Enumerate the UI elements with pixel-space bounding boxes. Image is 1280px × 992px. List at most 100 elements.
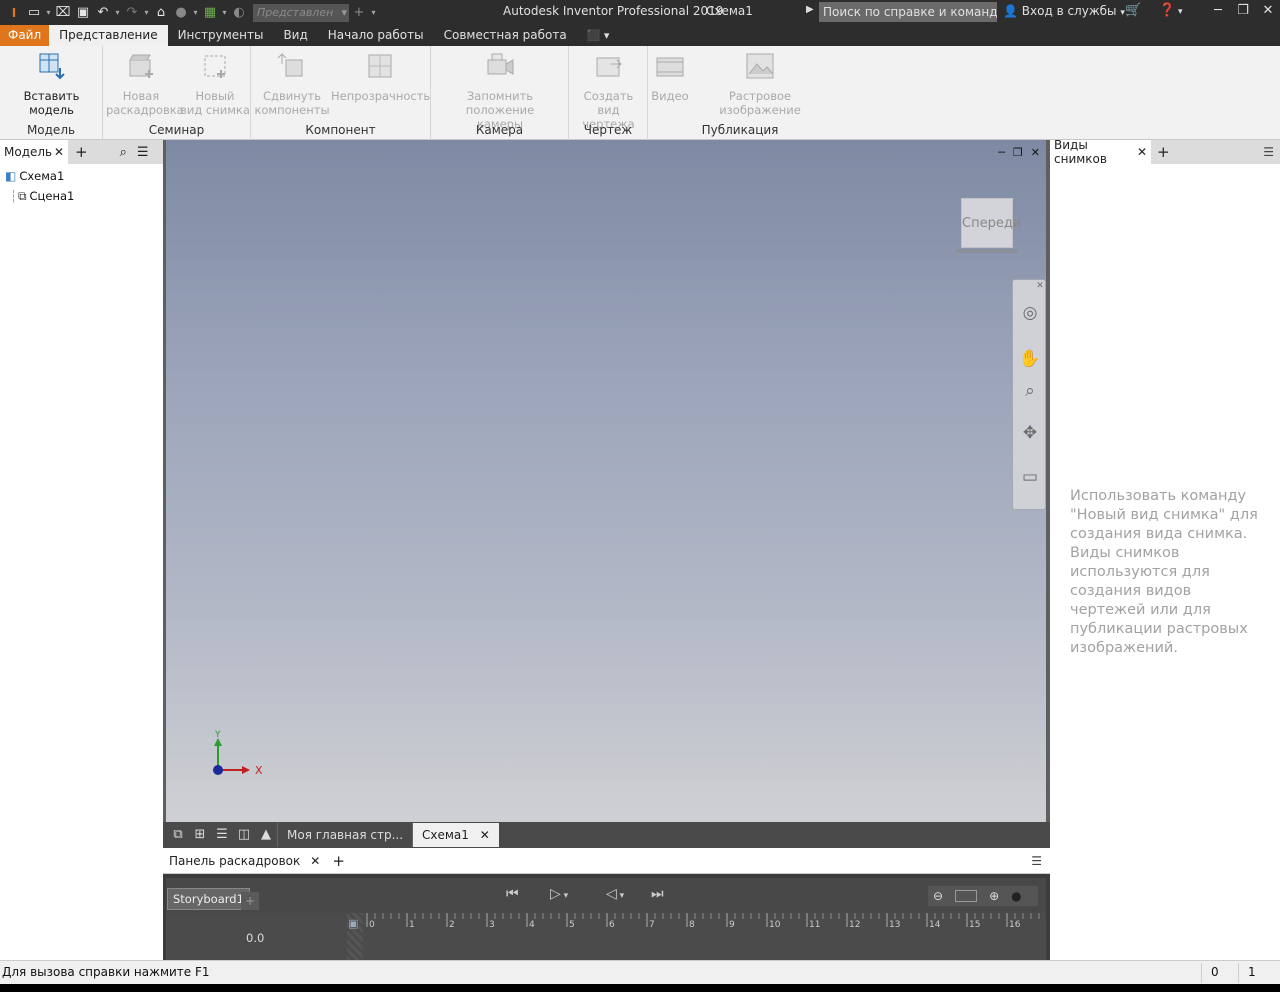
create-drawing-view-button[interactable]: Создать вид чертежа: [571, 50, 646, 131]
pan-icon[interactable]: ✋: [1019, 348, 1041, 370]
close-icon[interactable]: ✕: [1137, 145, 1147, 159]
add-icon[interactable]: +: [349, 3, 369, 23]
close-icon[interactable]: ✕: [310, 854, 320, 868]
close-icon[interactable]: ✕: [1258, 3, 1278, 18]
quick-access-toolbar: I ▭▾ ⌧ ▣ ↶▾ ↷▾ ⌂ ●▾ ▦▾ ◐ Представлен + ▾: [4, 0, 378, 25]
search-expand-icon[interactable]: ▶: [806, 4, 814, 15]
ruler-label: 16: [1009, 920, 1021, 930]
undo-icon[interactable]: ↶: [93, 3, 113, 23]
tile-horizontal-icon[interactable]: ☰: [211, 825, 233, 845]
tree-item-scheme[interactable]: ◧ Схема1: [0, 166, 163, 186]
cart-icon[interactable]: 🛒: [1125, 3, 1141, 18]
go-to-end-icon[interactable]: ⏭: [651, 886, 664, 902]
add-storyboard-icon[interactable]: +: [241, 892, 259, 910]
zoom-in-icon[interactable]: ⊕: [989, 889, 999, 903]
inventor-logo-icon[interactable]: I: [4, 3, 24, 23]
tab-model[interactable]: Модель ✕: [0, 140, 68, 164]
ruler-label: 12: [849, 920, 860, 930]
opacity-button[interactable]: Непрозрачность: [331, 50, 430, 103]
help-icon[interactable]: ❓ ▾: [1159, 3, 1183, 18]
tweak-components-button[interactable]: Сдвинуть компоненты: [254, 50, 330, 117]
save-icon[interactable]: ▣: [73, 3, 93, 23]
menu-icon[interactable]: ☰: [1263, 145, 1274, 159]
close-icon[interactable]: ✕: [1035, 280, 1045, 302]
orbit-icon[interactable]: ✥: [1019, 422, 1041, 444]
signin-menu[interactable]: 👤 Вход в службы ▾: [1003, 4, 1125, 18]
ruler-label: 6: [609, 920, 615, 930]
menu-icon[interactable]: ☰: [137, 145, 149, 160]
look-at-icon[interactable]: ▭: [1019, 466, 1041, 488]
tab-file[interactable]: Файл: [0, 25, 50, 46]
tab-storyboard-panel[interactable]: Панель раскадровок ✕: [165, 848, 325, 873]
undo-dropdown-icon[interactable]: ▾: [113, 8, 122, 17]
clear-appearance-icon[interactable]: ◐: [229, 3, 249, 23]
storyboard-tab[interactable]: Storyboard1: [167, 888, 250, 910]
close-icon[interactable]: ✕: [54, 145, 64, 159]
menu-icon[interactable]: ☰: [1031, 854, 1042, 868]
ribbon: Вставить модель Модель Новая раскадровка…: [0, 46, 1280, 140]
help-search-input[interactable]: Поиск по справке и командам...: [819, 2, 997, 22]
video-button[interactable]: Видео: [651, 50, 689, 103]
redo-dropdown-icon[interactable]: ▾: [142, 8, 151, 17]
home-icon[interactable]: ⌂: [151, 3, 171, 23]
tile-vertical-icon[interactable]: ◫: [233, 825, 255, 845]
ribbon-display-options-icon[interactable]: ⬛ ▾: [577, 25, 610, 46]
add-tab-icon[interactable]: +: [75, 143, 88, 161]
zoom-out-icon[interactable]: ⊖: [933, 889, 943, 903]
tab-tools[interactable]: Инструменты: [168, 25, 274, 46]
ruler-label: 10: [769, 920, 781, 930]
tab-collaborate[interactable]: Совместная работа: [434, 25, 577, 46]
restore-icon[interactable]: ❐: [1233, 3, 1253, 18]
new-dropdown-icon[interactable]: ▾: [44, 8, 53, 17]
zoom-icon[interactable]: ⌕: [1019, 380, 1041, 402]
go-to-start-icon[interactable]: ⏮: [506, 886, 519, 902]
drawing-view-icon: [596, 57, 622, 77]
graphics-viewport[interactable]: ─ ❐ ✕ Спереди ✕ ◎ ✋ ⌕ ✥ ▭ X Y: [166, 140, 1046, 822]
tab-my-home[interactable]: Моя главная стр...: [277, 823, 412, 847]
ruler-label: 3: [489, 920, 495, 930]
axis-x-label: X: [255, 764, 263, 777]
zoom-slider[interactable]: [955, 890, 978, 902]
tab-get-started[interactable]: Начало работы: [318, 25, 434, 46]
tab-presentation[interactable]: Представление: [49, 25, 168, 46]
tab-snapshot-views[interactable]: Виды снимков ✕: [1050, 138, 1151, 166]
graphics-window-frame: ─ ❐ ✕ Спереди ✕ ◎ ✋ ⌕ ✥ ▭ X Y: [163, 140, 1050, 822]
viewcube[interactable]: Спереди: [961, 198, 1021, 248]
ruler-label: 13: [889, 920, 900, 930]
new-file-icon[interactable]: ▭: [24, 3, 44, 23]
appearance-dropdown-icon[interactable]: ▾: [220, 8, 229, 17]
raster-image-button[interactable]: Растровое изображение: [692, 50, 828, 117]
minimize-icon[interactable]: ─: [1208, 3, 1228, 18]
play-icon[interactable]: ▷ ▾: [550, 886, 568, 902]
tile-windows-icon[interactable]: ⊞: [189, 825, 211, 845]
tab-view[interactable]: Вид: [273, 25, 317, 46]
insert-model-button[interactable]: Вставить модель: [4, 50, 99, 117]
appearance-icon[interactable]: ▦: [200, 3, 220, 23]
customize-qa-icon[interactable]: ▾: [369, 8, 378, 17]
panel-workshop-title: Семинар: [148, 123, 205, 137]
minimize-icon[interactable]: ─: [998, 146, 1005, 159]
capture-camera-button[interactable]: Запомнить положение камеры: [433, 50, 567, 131]
redo-icon[interactable]: ↷: [122, 3, 142, 23]
close-icon[interactable]: ✕: [1031, 146, 1040, 159]
reverse-play-icon[interactable]: ◁ ▾: [606, 886, 624, 902]
open-icon[interactable]: ⌧: [53, 3, 73, 23]
cascade-windows-icon[interactable]: ⧉: [167, 825, 189, 845]
close-icon[interactable]: ✕: [480, 828, 490, 842]
view-representation-select[interactable]: Представлен: [253, 3, 349, 22]
add-tab-icon[interactable]: +: [1157, 143, 1170, 161]
new-storyboard-button[interactable]: Новая раскадровка: [106, 50, 184, 117]
ruler-label: 7: [649, 920, 655, 930]
restore-icon[interactable]: ❐: [1013, 146, 1023, 159]
tab-scheme[interactable]: Схема1 ✕: [412, 823, 499, 847]
tree-item-scene[interactable]: ┆ ⧉ Сцена1: [0, 186, 163, 206]
arrange-up-icon[interactable]: ▲: [255, 825, 277, 845]
steering-wheel-icon[interactable]: ◎: [1019, 302, 1041, 324]
material-dropdown-icon[interactable]: ▾: [191, 8, 200, 17]
add-tab-icon[interactable]: +: [332, 852, 345, 870]
storyboard-timeline[interactable]: 0.0 ▣ 0 1 2 3 4 5 6 7 8 9 10 11 12 13 14 15 16: [166, 913, 1046, 960]
new-snapshot-view-button[interactable]: Новый вид снимка: [180, 50, 250, 117]
search-icon[interactable]: ⌕: [120, 145, 127, 160]
fit-icon[interactable]: ●: [1011, 889, 1021, 903]
material-icon[interactable]: ●: [171, 3, 191, 23]
